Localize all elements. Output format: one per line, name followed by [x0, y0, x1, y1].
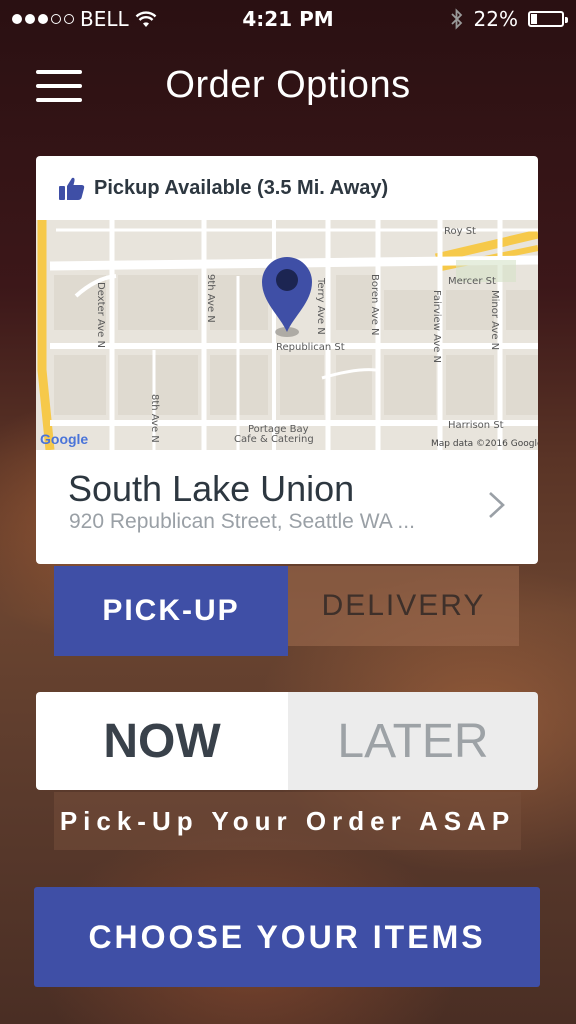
- time-caption: Pick-Up Your Order ASAP: [54, 792, 521, 850]
- bluetooth-icon: [450, 8, 462, 30]
- later-option[interactable]: LATER: [288, 692, 538, 790]
- location-name: South Lake Union: [68, 468, 355, 509]
- google-logo: Google: [40, 431, 88, 447]
- poi-sublabel: Cafe & Catering: [234, 434, 314, 445]
- street-label-eighth: 8th Ave N: [149, 394, 160, 443]
- battery-percent: 22%: [473, 7, 518, 31]
- street-label-dexter: Dexter Ave N: [95, 282, 106, 348]
- street-label-republican: Republican St: [276, 342, 345, 353]
- status-right-group: 22%: [450, 7, 568, 31]
- street-label-minor: Minor Ave N: [489, 290, 500, 350]
- pickup-location-card[interactable]: Pickup Available (3.5 Mi. Away) Roy St M…: [36, 156, 538, 564]
- location-map[interactable]: Roy St Mercer St Republican St Harrison …: [36, 220, 538, 450]
- map-attribution: Map data ©2016 Google: [431, 439, 538, 449]
- nav-bar: Order Options: [0, 36, 576, 140]
- street-label-boren: Boren Ave N: [369, 274, 380, 336]
- street-label-roy: Roy St: [444, 226, 476, 237]
- now-option[interactable]: NOW: [36, 692, 288, 790]
- pickup-option[interactable]: PICK-UP: [54, 566, 288, 656]
- availability-text: Pickup Available (3.5 Mi. Away): [94, 176, 389, 199]
- choose-items-button[interactable]: CHOOSE YOUR ITEMS: [34, 887, 540, 987]
- delivery-option[interactable]: DELIVERY: [288, 566, 519, 646]
- status-bar: BELL 4:21 PM 22%: [0, 0, 576, 36]
- order-time-toggle: NOW LATER: [36, 692, 538, 790]
- street-label-mercer: Mercer St: [448, 276, 496, 287]
- street-label-ninth: 9th Ave N: [205, 274, 216, 323]
- page-title: Order Options: [165, 64, 411, 106]
- order-method-toggle: PICK-UP DELIVERY: [54, 566, 519, 656]
- street-label-fairview: Fairview Ave N: [431, 290, 442, 363]
- battery-icon: [528, 11, 568, 27]
- street-label-terry: Terry Ave N: [315, 277, 326, 335]
- thumbs-up-icon: [59, 177, 85, 200]
- chevron-right-icon[interactable]: [486, 490, 508, 520]
- battery-level: [531, 14, 537, 24]
- availability-row: Pickup Available (3.5 Mi. Away): [36, 156, 538, 220]
- location-info[interactable]: South Lake Union 920 Republican Street, …: [36, 450, 538, 564]
- location-address: 920 Republican Street, Seattle WA ...: [69, 510, 415, 533]
- street-label-harrison: Harrison St: [448, 420, 504, 431]
